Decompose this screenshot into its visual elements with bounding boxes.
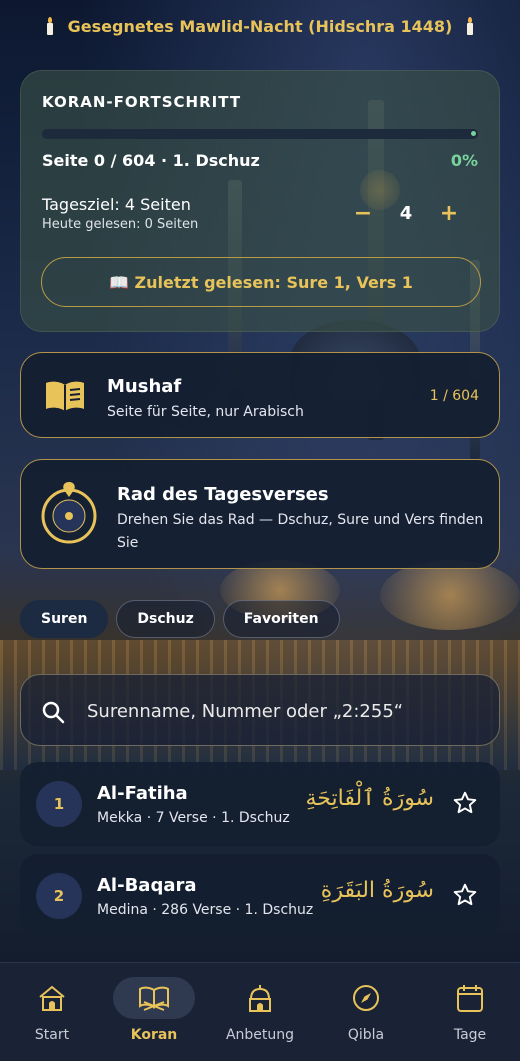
sura-name: Al-Fatiha [97, 783, 188, 804]
progress-bar [42, 129, 478, 139]
nav-label: Qibla [347, 1027, 385, 1043]
sura-meta: Medina · 286 Verse · 1. Dschuz [97, 902, 314, 918]
nav-item-start[interactable]: Start [0, 963, 104, 1061]
nav-label: Tage [453, 1027, 487, 1043]
nav-label: Koran [130, 1027, 178, 1043]
home-icon [11, 977, 93, 1019]
last-read-button[interactable]: 📖 Zuletzt gelesen: Sure 1, Vers 1 [41, 257, 481, 307]
mushaf-card[interactable]: Mushaf Seite für Seite, nur Arabisch 1 /… [20, 352, 500, 438]
nav-item-anbetung[interactable]: Anbetung [208, 963, 312, 1061]
goal-value: 4 [399, 203, 413, 224]
sura-arabic-name: سُورَةُ البَقَرَةِ [320, 878, 434, 903]
search-input[interactable] [85, 695, 489, 727]
banner-text: Gesegnetes Mawlid-Nacht (Hidschra 1448) [67, 16, 453, 36]
bottom-navigation: Start Koran Anbetung Qibla Tage [0, 962, 520, 1061]
sura-name: Al-Baqara [97, 875, 197, 896]
list-item[interactable]: 1 Al-Fatiha Mekka · 7 Verse · 1. Dschuz … [20, 762, 500, 846]
calendar-icon [429, 977, 511, 1019]
wheel-subtitle: Drehen Sie das Rad — Dschuz, Sure und Ve… [117, 512, 484, 551]
mushaf-page-count: 1 / 604 [429, 388, 479, 404]
nav-item-koran[interactable]: Koran [102, 963, 206, 1061]
favorite-star-icon[interactable] [452, 790, 478, 820]
search-bar [20, 674, 500, 746]
quran-progress-card: KORAN-FORTSCHRITT Seite 0 / 604 · 1. Dsc… [20, 70, 500, 332]
decrease-goal-button[interactable]: − [353, 201, 373, 226]
mushaf-subtitle: Seite für Seite, nur Arabisch [107, 404, 304, 420]
daily-goal-text: Tagesziel: 4 Seiten [42, 195, 191, 214]
progress-bar-end-dot [471, 131, 476, 136]
wheel-icon [39, 480, 99, 550]
wheel-title: Rad des Tagesverses [117, 484, 329, 505]
progress-page-text: Seite 0 / 604 · 1. Dschuz [42, 151, 260, 170]
sura-arabic-name: سُورَةُ ٱلْفَاتِحَةِ [305, 786, 435, 811]
increase-goal-button[interactable]: + [439, 201, 459, 226]
candle-icon [46, 17, 54, 35]
open-book-icon [45, 380, 85, 416]
mosque-icon [219, 977, 301, 1019]
nav-label: Start [34, 1027, 70, 1043]
progress-percent: 0% [450, 151, 478, 170]
last-read-label: 📖 Zuletzt gelesen: Sure 1, Vers 1 [109, 272, 413, 292]
daily-goal-stepper: − 4 + [353, 201, 459, 226]
list-item[interactable]: 2 Al-Baqara Medina · 286 Verse · 1. Dsch… [20, 854, 500, 938]
candle-icon [466, 17, 474, 35]
list-filter-tabs: Suren Dschuz Favoriten [20, 600, 340, 638]
sura-meta: Mekka · 7 Verse · 1. Dschuz [97, 810, 290, 826]
read-today-text: Heute gelesen: 0 Seiten [42, 217, 199, 232]
tab-suren[interactable]: Suren [20, 600, 109, 638]
search-icon [41, 700, 65, 728]
compass-icon [325, 977, 407, 1019]
sura-number: 2 [36, 873, 82, 919]
verse-wheel-card[interactable]: Rad des Tagesverses Drehen Sie das Rad —… [20, 459, 500, 569]
tab-favoriten[interactable]: Favoriten [222, 600, 340, 638]
nav-label: Anbetung [225, 1027, 295, 1043]
mawlid-banner: Gesegnetes Mawlid-Nacht (Hidschra 1448) [0, 14, 520, 38]
tab-dschuz[interactable]: Dschuz [116, 600, 215, 638]
mushaf-title: Mushaf [107, 376, 182, 397]
progress-title: KORAN-FORTSCHRITT [42, 93, 242, 111]
nav-item-tage[interactable]: Tage [418, 963, 520, 1061]
quran-icon [113, 977, 195, 1019]
favorite-star-icon[interactable] [452, 882, 478, 912]
nav-item-qibla[interactable]: Qibla [314, 963, 418, 1061]
sura-number: 1 [36, 781, 82, 827]
